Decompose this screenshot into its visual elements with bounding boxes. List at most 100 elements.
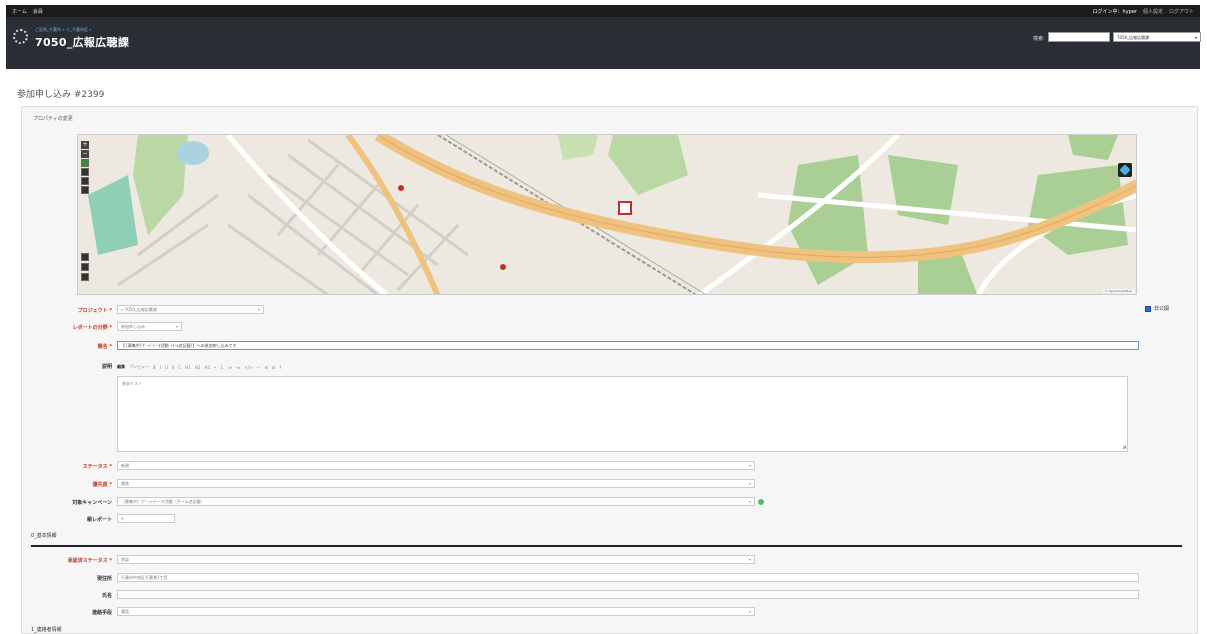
top-menu-bar: ホーム 会員 ログイン中：hyper 個人設定 ログアウト	[6, 5, 1200, 17]
breadcrumb[interactable]: ご近所_千葉市 » 人_千葉市区 »	[35, 27, 92, 33]
parent-input[interactable]: ⚲	[117, 514, 175, 523]
app-logo-icon	[13, 29, 28, 44]
layers-icon	[1119, 164, 1131, 176]
image-button[interactable]: ⊞	[272, 365, 275, 370]
description-textarea[interactable]: 参加テスト ◢	[117, 376, 1128, 452]
private-label: 非公開	[1154, 306, 1170, 312]
chevron-down-icon: ▾	[748, 557, 751, 562]
h2-button[interactable]: H2	[195, 365, 201, 370]
approval-status-select[interactable]: 承認 ▾	[117, 555, 755, 564]
underline-button[interactable]: U	[165, 365, 168, 370]
chevron-down-icon: ▾	[748, 499, 751, 504]
description-text: 参加テスト	[122, 381, 142, 386]
priority-label: 優先度 *	[92, 482, 112, 488]
name-input[interactable]	[117, 590, 1139, 599]
location-map[interactable]: + − © OpenStreetMap	[77, 134, 1137, 295]
project-jump-select[interactable]: 7050_広報広聴課 ▾	[1113, 32, 1201, 42]
chevron-down-icon: ▾	[748, 609, 751, 614]
name-label: 氏名	[101, 593, 112, 599]
subject-label: 題名 *	[97, 344, 112, 350]
zoom-in-button[interactable]: +	[81, 141, 89, 149]
search-input[interactable]	[1048, 32, 1110, 42]
project-value: » 7050_広報広聴課	[121, 306, 157, 312]
private-toggle[interactable]: 非公開	[1145, 305, 1169, 312]
hr-button[interactable]: —	[257, 365, 261, 370]
chevron-down-icon: ▾	[175, 324, 178, 329]
draw-line-icon[interactable]	[81, 168, 89, 176]
approval-status-label: 承認済ステータス *	[67, 558, 112, 564]
map-toolbar: + −	[81, 141, 89, 194]
priority-value: 通常	[121, 480, 129, 486]
map-toolbar-secondary	[81, 253, 89, 281]
approval-status-value: 承認	[121, 556, 129, 562]
chevron-down-icon: ▾	[748, 481, 751, 486]
section-divider	[31, 545, 1182, 547]
outdent-button[interactable]: ≪	[236, 365, 240, 370]
editor-toolbar: 編集 プレビュー B I U S C H1 H2 H3 • 1. ≫ ≪ </>…	[117, 362, 281, 372]
tab-edit[interactable]: 編集	[117, 364, 125, 370]
h3-button[interactable]: H3	[204, 365, 210, 370]
locate-icon[interactable]	[81, 253, 89, 261]
contact-method-label: 連絡手段	[91, 610, 112, 616]
private-checkbox[interactable]	[1145, 305, 1151, 312]
tab-preview[interactable]: プレビュー	[129, 364, 149, 370]
parent-label: 親レポート	[86, 517, 112, 523]
logout-link[interactable]: ログアウト	[1169, 8, 1194, 15]
project-label: プロジェクト *	[77, 308, 112, 314]
code-button[interactable]: C	[178, 365, 181, 370]
project-title: 7050_広報広聴課	[35, 36, 130, 49]
campaign-value: ［募集中］ゲージデータ活動（チーム名記載）	[121, 498, 205, 504]
info-icon[interactable]	[81, 263, 89, 271]
address-input[interactable]: 千葉市中央区千葉港1丁目	[117, 573, 1139, 582]
campaign-label: 対象キャンペーン	[72, 500, 112, 506]
chevron-down-icon: ▾	[748, 463, 751, 468]
subject-input[interactable]: 【 [募集中] ｹﾞｰｼﾞﾃﾞｰﾀ活動（ﾁｰﾑ名記載）】への参加申し込みです	[117, 341, 1139, 350]
map-tiles	[78, 135, 1136, 294]
chevron-down-icon: ▾	[1194, 35, 1197, 40]
bold-button[interactable]: B	[153, 365, 156, 370]
contact-method-value: 電話	[121, 608, 129, 614]
help-button[interactable]: ?	[279, 365, 281, 370]
description-label: 説明	[101, 364, 112, 370]
section-applicant-info: 1_連絡者情報	[31, 627, 62, 633]
zoom-out-button[interactable]: −	[81, 150, 89, 158]
layer-switcher-button[interactable]	[1118, 163, 1132, 177]
table-button[interactable]: ⊞	[265, 365, 268, 370]
project-select[interactable]: » 7050_広報広聴課 ▾	[117, 305, 264, 314]
search-label: 検索:	[1033, 36, 1045, 42]
add-campaign-icon[interactable]	[758, 499, 764, 505]
tracker-value: 参加申し込み	[121, 323, 145, 329]
project-jump-value: 7050_広報広聴課	[1117, 35, 1150, 40]
search-icon: ⚲	[121, 516, 124, 521]
section-basic-info: 0_基本情報	[31, 533, 57, 539]
status-select[interactable]: 新規 ▾	[117, 461, 755, 470]
address-label: 現住所	[96, 576, 112, 582]
contact-method-select[interactable]: 電話 ▾	[117, 607, 755, 616]
tracker-select[interactable]: 参加申し込み ▾	[117, 322, 182, 331]
bullet-list-button[interactable]: •	[214, 365, 216, 370]
menu-members-link[interactable]: 会員	[33, 8, 43, 15]
chevron-down-icon: ▾	[257, 307, 260, 312]
page-title: 参加申し込み #2399	[17, 90, 105, 100]
indent-button[interactable]: ≫	[228, 365, 232, 370]
edit-shape-icon[interactable]	[81, 186, 89, 194]
my-account-link[interactable]: 個人設定	[1143, 8, 1163, 15]
italic-button[interactable]: I	[160, 365, 161, 370]
priority-select[interactable]: 通常 ▾	[117, 479, 755, 488]
fullscreen-icon[interactable]	[81, 273, 89, 281]
draw-polygon-icon[interactable]	[81, 177, 89, 185]
logged-in-user[interactable]: ログイン中：hyper	[1093, 8, 1137, 15]
menu-home-link[interactable]: ホーム	[12, 8, 27, 15]
project-header: ご近所_千葉市 » 人_千葉市区 » 7050_広報広聴課 検索: 7050_広…	[6, 17, 1201, 69]
draw-point-icon[interactable]	[81, 159, 89, 167]
pre-button[interactable]: </>	[244, 365, 252, 370]
numbered-list-button[interactable]: 1.	[220, 365, 224, 370]
status-value: 新規	[121, 462, 129, 468]
panel-legend: プロパティの変更	[33, 116, 73, 122]
campaign-select[interactable]: ［募集中］ゲージデータ活動（チーム名記載） ▾	[117, 497, 755, 506]
resize-grip-icon[interactable]: ◢	[1122, 444, 1126, 450]
h1-button[interactable]: H1	[185, 365, 191, 370]
tracker-label: レポートの分野 *	[72, 325, 112, 331]
strike-button[interactable]: S	[172, 365, 175, 370]
map-attribution[interactable]: © OpenStreetMap	[1102, 289, 1134, 293]
